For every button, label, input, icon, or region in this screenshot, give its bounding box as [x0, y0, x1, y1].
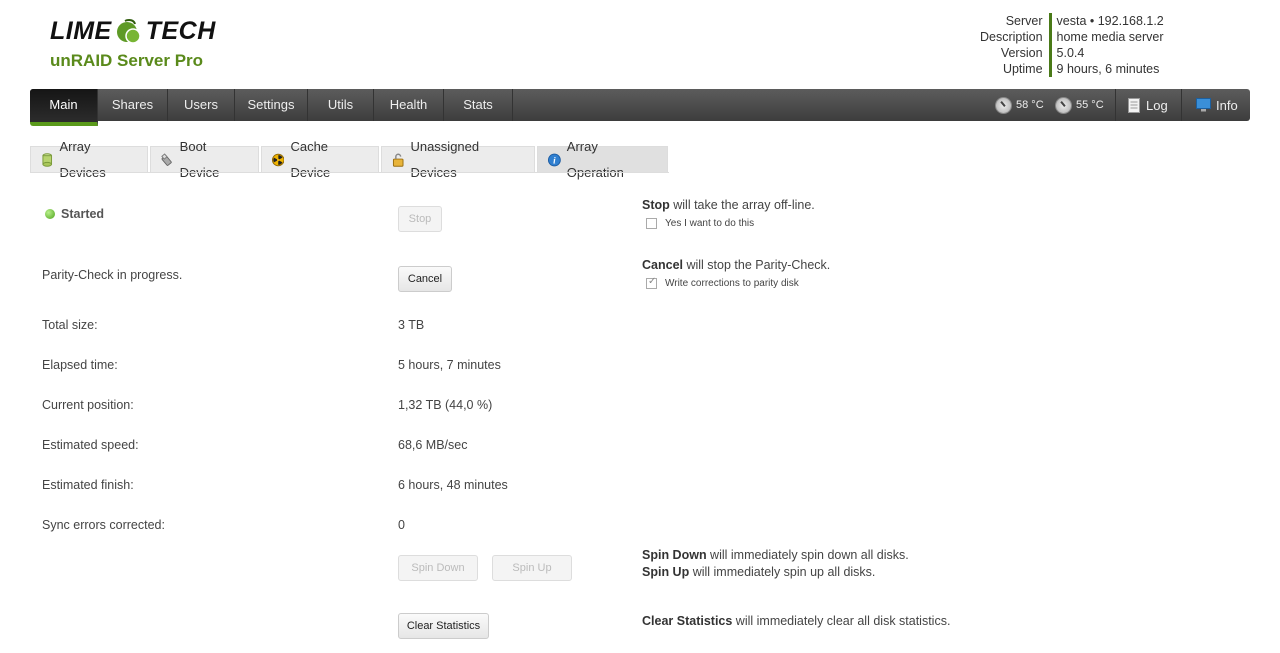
nav-utils[interactable]: Utils: [308, 89, 374, 121]
stop-button[interactable]: Stop: [398, 206, 442, 232]
status-green-dot-icon: [45, 209, 55, 219]
nav-main[interactable]: Main: [30, 89, 98, 126]
logo: LIME TECH unRAID Server Pro: [50, 14, 216, 71]
stop-confirm-row: Yes I want to do this: [646, 218, 754, 229]
spin-description: Spin Down will immediately spin down all…: [642, 548, 909, 579]
version-value: 5.0.4: [1056, 46, 1085, 60]
tab-array-operation[interactable]: i Array Operation: [537, 139, 668, 180]
sync-errors-value: 0: [398, 518, 405, 532]
temp-disk-1: 58 °C: [995, 89, 1044, 121]
estimated-speed-label: Estimated speed:: [42, 438, 139, 452]
temp-1-value: 58 °C: [1016, 98, 1044, 111]
tab-cache-device[interactable]: Cache Device: [261, 139, 379, 180]
write-corrections-checkbox[interactable]: [646, 276, 657, 289]
description-value: home media server: [1056, 30, 1164, 44]
log-document-icon: [1128, 97, 1140, 113]
main-nav: Main Shares Users Settings Utils Health …: [30, 89, 1250, 126]
nav-users[interactable]: Users: [168, 89, 235, 121]
estimated-finish-value: 6 hours, 48 minutes: [398, 478, 508, 492]
log-link[interactable]: Log: [1128, 89, 1168, 121]
cancel-button[interactable]: Cancel: [398, 266, 452, 292]
monitor-icon: [1196, 98, 1211, 112]
cancel-description: Cancel will stop the Parity-Check.: [642, 258, 831, 272]
nav-settings[interactable]: Settings: [235, 89, 308, 121]
spin-up-button[interactable]: Spin Up: [492, 555, 572, 581]
info-label: Info: [1216, 97, 1238, 113]
uptime-label: Uptime: [1002, 62, 1043, 76]
temperature-gauge-icon: [1055, 96, 1072, 114]
elapsed-time-label: Elapsed time:: [42, 358, 118, 372]
tab-array-operation-label: Array Operation: [566, 138, 624, 180]
write-corrections-row: Write corrections to parity disk: [646, 276, 799, 289]
tab-array-devices[interactable]: Array Devices: [30, 139, 148, 180]
current-position-value: 1,32 TB (44,0 %): [398, 398, 493, 412]
logo-text-right: TECH: [145, 16, 216, 45]
parity-check-status: Parity-Check in progress.: [42, 268, 183, 282]
elapsed-time-value: 5 hours, 7 minutes: [398, 358, 501, 372]
tab-boot-device-label: Boot Device: [179, 138, 220, 180]
version-label: Version: [1000, 46, 1043, 60]
description-label: Description: [980, 30, 1043, 44]
nav-health[interactable]: Health: [374, 89, 444, 121]
log-label: Log: [1146, 97, 1168, 113]
clear-statistics-description: Clear Statistics will immediately clear …: [642, 614, 951, 628]
spin-down-button[interactable]: Spin Down: [398, 555, 478, 581]
current-position-label: Current position:: [42, 398, 134, 412]
estimated-speed-value: 68,6 MB/sec: [398, 438, 468, 452]
estimated-finish-label: Estimated finish:: [42, 478, 134, 492]
server-label: Server: [1005, 14, 1043, 28]
server-info: Server Description Version Uptime vesta …: [980, 13, 1164, 77]
logo-text-left: LIME: [50, 16, 112, 45]
temperature-gauge-icon: [995, 96, 1012, 114]
usb-flash-icon: [161, 152, 172, 166]
temp-disk-2: 55 °C: [1055, 89, 1104, 121]
stop-description: Stop will take the array off-line.: [642, 198, 815, 212]
nav-stats[interactable]: Stats: [444, 89, 513, 121]
server-value: vesta • 192.168.1.2: [1056, 14, 1164, 28]
tab-cache-device-label: Cache Device: [290, 138, 331, 180]
radiation-icon: [272, 153, 285, 166]
sync-errors-label: Sync errors corrected:: [42, 518, 165, 532]
temp-2-value: 55 °C: [1076, 98, 1104, 111]
tab-unassigned-devices-label: Unassigned Devices: [410, 138, 480, 180]
lime-icon: [116, 18, 142, 44]
total-size-value: 3 TB: [398, 318, 425, 332]
clear-statistics-button[interactable]: Clear Statistics: [398, 613, 489, 639]
stop-confirm-checkbox[interactable]: [646, 218, 657, 229]
nav-shares[interactable]: Shares: [98, 89, 168, 121]
disk-stack-icon: [42, 152, 53, 167]
product-name: unRAID Server Pro: [50, 51, 204, 70]
write-corrections-label: Write corrections to parity disk: [665, 278, 799, 289]
stop-confirm-label: Yes I want to do this: [665, 218, 755, 229]
uptime-value: 9 hours, 6 minutes: [1056, 62, 1160, 76]
info-link[interactable]: Info: [1196, 89, 1238, 121]
array-status: Started: [61, 207, 105, 221]
info-circle-icon: i: [548, 153, 561, 166]
tab-boot-device[interactable]: Boot Device: [150, 139, 259, 180]
unlock-icon: [392, 153, 404, 167]
total-size-label: Total size:: [42, 318, 98, 332]
tab-array-devices-label: Array Devices: [59, 138, 106, 180]
tab-unassigned-devices[interactable]: Unassigned Devices: [381, 139, 535, 180]
